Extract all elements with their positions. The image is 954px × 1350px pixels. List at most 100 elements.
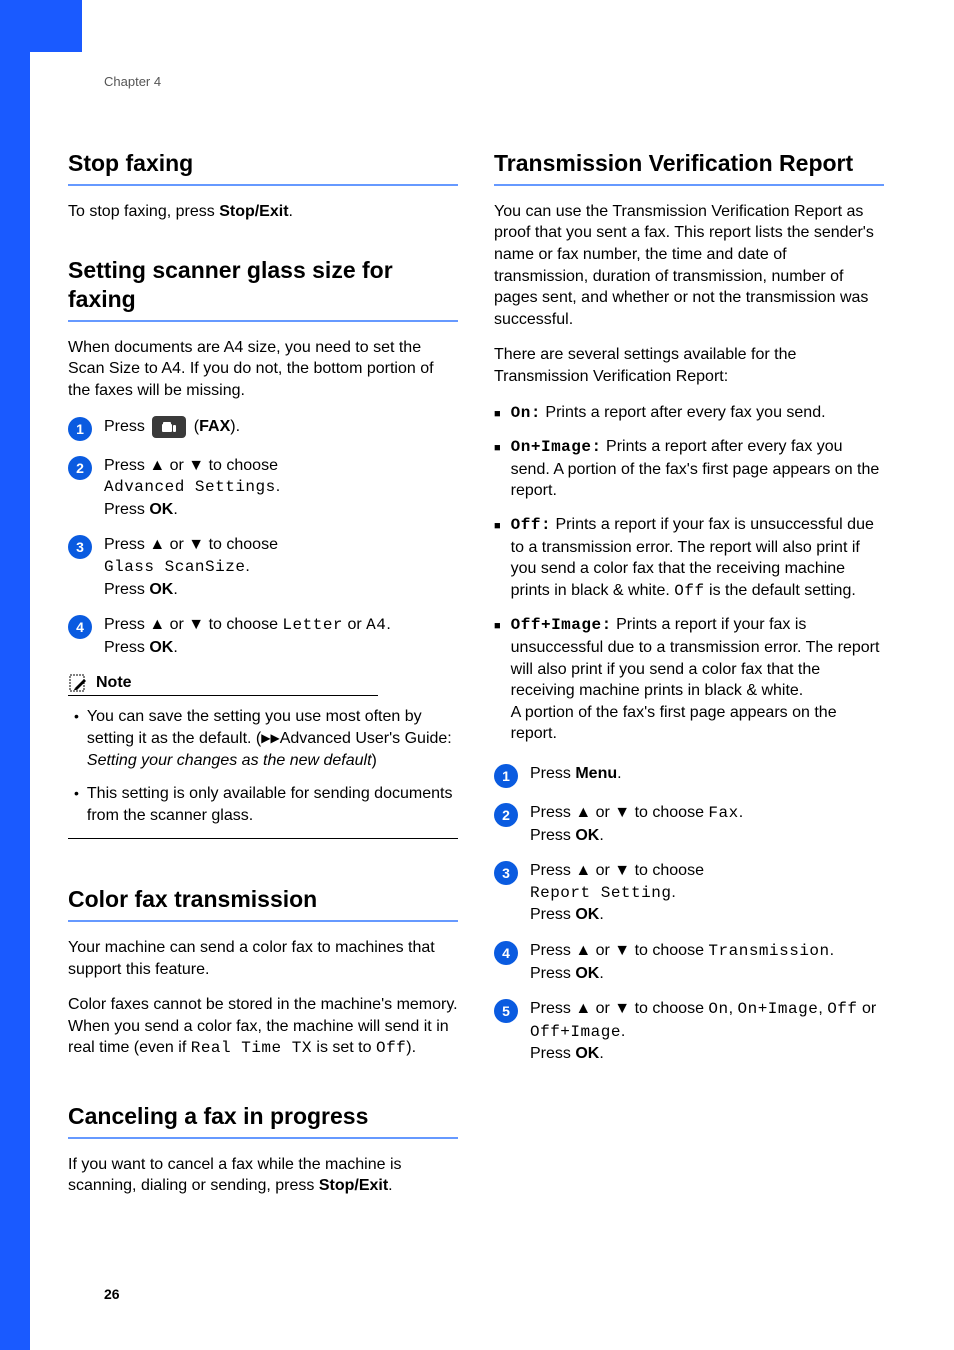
left-column: Stop faxing To stop faxing, press Stop/E… [68,149,458,1211]
step-3: 3 Press ▲ or ▼ to choose Report Setting.… [494,860,884,926]
two-column-layout: Stop faxing To stop faxing, press Stop/E… [68,149,888,1211]
text: ) [372,752,377,769]
text: . [276,478,280,495]
text: Prints a report after every fax you send… [541,404,826,421]
option-label: Off: [511,516,551,534]
stop-exit-label: Stop/Exit [219,203,288,220]
right-column: Transmission Verification Report You can… [494,149,884,1211]
title-underline [68,920,458,922]
ok-label: OK [149,639,173,656]
chapter-label: Chapter 4 [104,74,888,89]
step-text: Press ▲ or ▼ to choose Advanced Settings… [104,455,280,521]
option-on: On: Prints a report after every fax you … [494,402,884,425]
step-text: Press Menu. [530,763,622,785]
step-number-icon: 1 [68,417,92,441]
text: . [621,1023,625,1040]
note-text: You can save the setting you use most of… [87,706,458,771]
text: Press ▲ or ▼ to choose [104,457,278,474]
step-number-icon: 4 [68,615,92,639]
text: Press [104,501,149,518]
text: or [343,616,366,633]
square-bullet-icon [494,402,501,425]
note-item: You can save the setting you use most of… [74,706,458,771]
step-2: 2 Press ▲ or ▼ to choose Advanced Settin… [68,455,458,521]
setting-value: Off [674,582,704,600]
text: . [599,1045,603,1062]
text: Press ▲ or ▼ to choose [530,862,704,879]
section-stop-faxing-title: Stop faxing [68,149,458,178]
note-block: Note You can save the setting you use mo… [68,673,458,839]
option: On+Image [738,1000,819,1018]
text: Press [530,906,575,923]
option-off: Off: Prints a report if your fax is unsu… [494,514,884,602]
menu-option: Glass ScanSize [104,558,245,576]
text: Press ▲ or ▼ to choose [530,1000,708,1017]
step-5: 5 Press ▲ or ▼ to choose On, On+Image, O… [494,998,884,1065]
step-number-icon: 3 [494,861,518,885]
tvr-intro: You can use the Transmission Verificatio… [494,201,884,331]
title-underline [494,184,884,186]
menu-option: Transmission [708,942,829,960]
ok-label: OK [149,501,173,518]
step-text: Press (FAX). [104,416,240,438]
square-bullet-icon [494,514,501,602]
canceling-body: If you want to cancel a fax while the ma… [68,1154,458,1197]
text: Advanced User's Guide: [280,730,452,747]
square-bullet-icon [494,436,501,502]
text: . [386,616,390,633]
menu-option: Report Setting [530,884,671,902]
menu-option: Fax [708,804,738,822]
square-bullet-icon [494,614,501,745]
text: A portion of the fax's first page appear… [511,704,837,743]
page-corner-tab [0,0,82,52]
note-label: Note [96,674,132,692]
option: Off [827,1000,857,1018]
option-text: On: Prints a report after every fax you … [511,402,826,425]
scanner-glass-steps: 1 Press (FAX). 2 Press ▲ or ▼ to choose … [68,416,458,659]
text: Press ▲ or ▼ to choose [104,616,282,633]
note-header: Note [68,673,378,696]
reference-title: Setting your changes as the new default [87,752,372,769]
note-footer-rule [68,838,458,839]
step-4: 4 Press ▲ or ▼ to choose Letter or A4. P… [68,614,458,658]
fax-button-icon [152,416,186,438]
text: . [173,501,177,518]
option-on-image: On+Image: Prints a report after every fa… [494,436,884,502]
text: , [729,1000,738,1017]
text: Press [530,827,575,844]
stop-exit-label: Stop/Exit [319,1177,388,1194]
color-fax-p1: Your machine can send a color fax to mac… [68,937,458,980]
text: Press [530,965,575,982]
option: On [708,1000,728,1018]
text: . [599,906,603,923]
option: Off+Image [530,1023,621,1041]
text: . [830,942,834,959]
option-a4: A4 [366,616,386,634]
note-text: This setting is only available for sendi… [87,783,458,826]
scanner-glass-intro: When documents are A4 size, you need to … [68,337,458,402]
tvr-settings-intro: There are several settings available for… [494,344,884,387]
section-tvr-title: Transmission Verification Report [494,149,884,178]
text: Press [530,765,575,782]
title-underline [68,320,458,322]
tvr-options-list: On: Prints a report after every fax you … [494,402,884,746]
note-item: This setting is only available for sendi… [74,783,458,826]
text: . [289,203,293,220]
fax-label: FAX [199,418,230,435]
tvr-steps: 1 Press Menu. 2 Press ▲ or ▼ to choose F… [494,763,884,1065]
ok-label: OK [575,906,599,923]
text: Press [104,581,149,598]
text: Press ▲ or ▼ to choose [530,942,708,959]
text: . [173,639,177,656]
step-number-icon: 2 [494,803,518,827]
ok-label: OK [575,965,599,982]
text: Press [104,418,149,435]
stop-faxing-body: To stop faxing, press Stop/Exit. [68,201,458,223]
page-content: Chapter 4 Stop faxing To stop faxing, pr… [68,74,888,1211]
menu-option: Advanced Settings [104,478,276,496]
step-text: Press ▲ or ▼ to choose On, On+Image, Off… [530,998,884,1065]
step-text: Press ▲ or ▼ to choose Glass ScanSize. P… [104,534,278,600]
setting-value: Off [376,1039,406,1057]
option-letter: Letter [282,616,343,634]
text: , [818,1000,827,1017]
